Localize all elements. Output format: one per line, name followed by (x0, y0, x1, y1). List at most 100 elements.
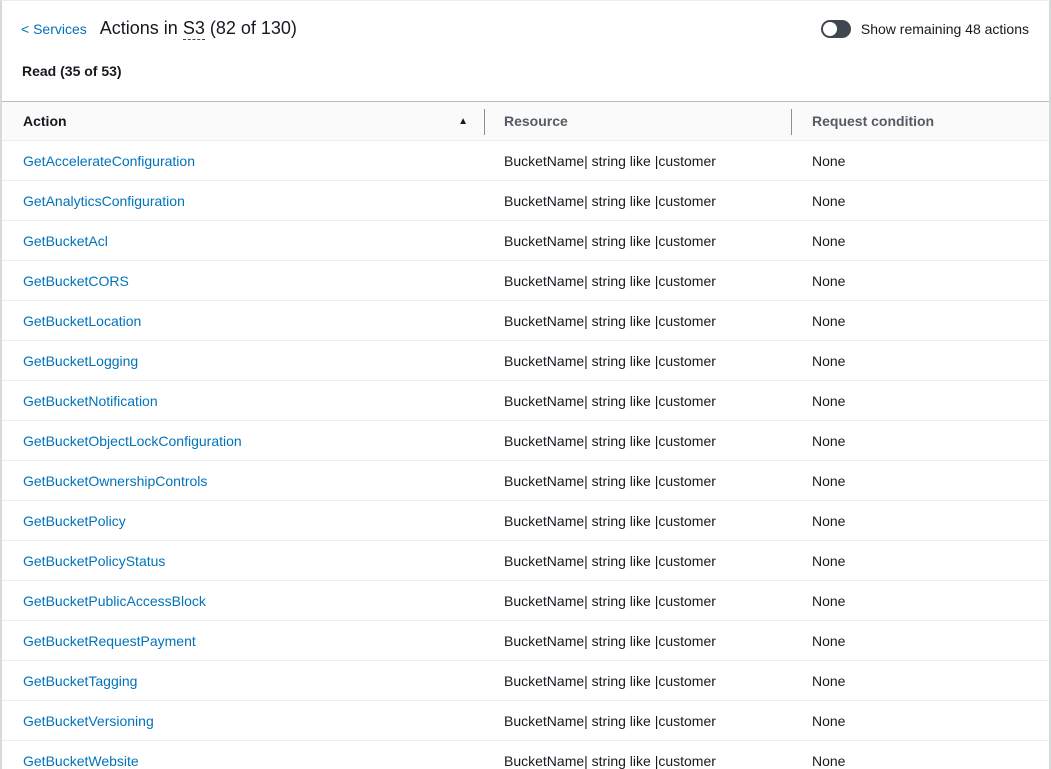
request-condition-cell: None (792, 353, 1049, 369)
request-condition-cell: None (792, 593, 1049, 609)
table-row: GetBucketAcl BucketName| string like |cu… (2, 221, 1049, 261)
action-cell: GetBucketWebsite (2, 753, 485, 769)
table-row: GetAccelerateConfiguration BucketName| s… (2, 141, 1049, 181)
action-link[interactable]: GetBucketObjectLockConfiguration (23, 433, 242, 449)
request-condition-cell: None (792, 433, 1049, 449)
request-condition-cell: None (792, 153, 1049, 169)
table-row: GetBucketCORS BucketName| string like |c… (2, 261, 1049, 301)
request-condition-cell: None (792, 273, 1049, 289)
column-header-resource-label: Resource (504, 113, 568, 129)
action-link[interactable]: GetBucketOwnershipControls (23, 473, 207, 489)
table-row: GetBucketRequestPayment BucketName| stri… (2, 621, 1049, 661)
request-condition-cell: None (792, 233, 1049, 249)
action-cell: GetBucketLogging (2, 353, 485, 369)
topbar: < Services Actions in S3 (82 of 130) Sho… (2, 1, 1049, 39)
action-cell: GetBucketAcl (2, 233, 485, 249)
action-link[interactable]: GetBucketAcl (23, 233, 108, 249)
action-link[interactable]: GetBucketRequestPayment (23, 633, 196, 649)
action-link[interactable]: GetBucketTagging (23, 673, 137, 689)
action-link[interactable]: GetAnalyticsConfiguration (23, 193, 185, 209)
column-header-resource: Resource (485, 102, 792, 140)
request-condition-cell: None (792, 673, 1049, 689)
table-row: GetBucketObjectLockConfiguration BucketN… (2, 421, 1049, 461)
actions-table: Action ▲ Resource Request condition GetA… (2, 101, 1049, 769)
request-condition-cell: None (792, 313, 1049, 329)
resource-cell: BucketName| string like |customer (485, 673, 792, 689)
action-cell: GetBucketCORS (2, 273, 485, 289)
table-row: GetBucketWebsite BucketName| string like… (2, 741, 1049, 769)
sort-ascending-icon: ▲ (458, 116, 468, 127)
column-header-request-condition-label: Request condition (812, 113, 934, 129)
show-remaining-toggle-label: Show remaining 48 actions (861, 21, 1029, 37)
action-cell: GetBucketRequestPayment (2, 633, 485, 649)
request-condition-cell: None (792, 393, 1049, 409)
resource-cell: BucketName| string like |customer (485, 713, 792, 729)
table-row: GetBucketTagging BucketName| string like… (2, 661, 1049, 701)
table-row: GetBucketVersioning BucketName| string l… (2, 701, 1049, 741)
action-cell: GetBucketVersioning (2, 713, 485, 729)
table-row: GetBucketPolicy BucketName| string like … (2, 501, 1049, 541)
action-cell: GetAccelerateConfiguration (2, 153, 485, 169)
action-link[interactable]: GetBucketPolicyStatus (23, 553, 165, 569)
page-title-count: (82 of 130) (210, 18, 297, 38)
request-condition-cell: None (792, 473, 1049, 489)
action-link[interactable]: GetBucketLogging (23, 353, 138, 369)
resource-cell: BucketName| string like |customer (485, 153, 792, 169)
request-condition-cell: None (792, 713, 1049, 729)
resource-cell: BucketName| string like |customer (485, 553, 792, 569)
action-cell: GetBucketPolicyStatus (2, 553, 485, 569)
resource-cell: BucketName| string like |customer (485, 753, 792, 769)
table-row: GetBucketOwnershipControls BucketName| s… (2, 461, 1049, 501)
action-cell: GetBucketNotification (2, 393, 485, 409)
action-cell: GetBucketPolicy (2, 513, 485, 529)
toggle-knob-icon (823, 22, 837, 36)
services-back-link[interactable]: < Services (21, 21, 87, 37)
action-link[interactable]: GetBucketWebsite (23, 753, 139, 769)
action-cell: GetBucketOwnershipControls (2, 473, 485, 489)
read-section-heading: Read (35 of 53) (2, 63, 1049, 79)
column-header-request-condition: Request condition (792, 102, 1049, 140)
table-row: GetBucketPublicAccessBlock BucketName| s… (2, 581, 1049, 621)
resource-cell: BucketName| string like |customer (485, 633, 792, 649)
resource-cell: BucketName| string like |customer (485, 313, 792, 329)
resource-cell: BucketName| string like |customer (485, 273, 792, 289)
column-header-action-label: Action (23, 113, 67, 129)
table-row: GetBucketLogging BucketName| string like… (2, 341, 1049, 381)
table-row: GetAnalyticsConfiguration BucketName| st… (2, 181, 1049, 221)
table-row: GetBucketPolicyStatus BucketName| string… (2, 541, 1049, 581)
resource-cell: BucketName| string like |customer (485, 233, 792, 249)
service-name-abbr: S3 (183, 18, 205, 40)
action-link[interactable]: GetBucketPublicAccessBlock (23, 593, 206, 609)
page-title-prefix: Actions in (100, 18, 178, 38)
action-cell: GetBucketObjectLockConfiguration (2, 433, 485, 449)
table-row: GetBucketLocation BucketName| string lik… (2, 301, 1049, 341)
request-condition-cell: None (792, 513, 1049, 529)
column-header-action[interactable]: Action ▲ (2, 102, 485, 140)
resource-cell: BucketName| string like |customer (485, 433, 792, 449)
page-title: Actions in S3 (82 of 130) (100, 18, 297, 39)
table-body: GetAccelerateConfiguration BucketName| s… (2, 141, 1049, 769)
resource-cell: BucketName| string like |customer (485, 513, 792, 529)
action-cell: GetBucketPublicAccessBlock (2, 593, 485, 609)
action-link[interactable]: GetBucketLocation (23, 313, 141, 329)
request-condition-cell: None (792, 633, 1049, 649)
action-link[interactable]: GetBucketNotification (23, 393, 158, 409)
action-cell: GetBucketLocation (2, 313, 485, 329)
resource-cell: BucketName| string like |customer (485, 393, 792, 409)
action-cell: GetAnalyticsConfiguration (2, 193, 485, 209)
action-cell: GetBucketTagging (2, 673, 485, 689)
table-row: GetBucketNotification BucketName| string… (2, 381, 1049, 421)
action-link[interactable]: GetBucketCORS (23, 273, 129, 289)
show-remaining-toggle-group: Show remaining 48 actions (821, 20, 1029, 38)
resource-cell: BucketName| string like |customer (485, 193, 792, 209)
action-link[interactable]: GetAccelerateConfiguration (23, 153, 195, 169)
show-remaining-toggle[interactable] (821, 20, 851, 38)
request-condition-cell: None (792, 193, 1049, 209)
request-condition-cell: None (792, 553, 1049, 569)
action-link[interactable]: GetBucketPolicy (23, 513, 126, 529)
request-condition-cell: None (792, 753, 1049, 769)
table-header-row: Action ▲ Resource Request condition (2, 101, 1049, 141)
resource-cell: BucketName| string like |customer (485, 353, 792, 369)
resource-cell: BucketName| string like |customer (485, 593, 792, 609)
action-link[interactable]: GetBucketVersioning (23, 713, 154, 729)
